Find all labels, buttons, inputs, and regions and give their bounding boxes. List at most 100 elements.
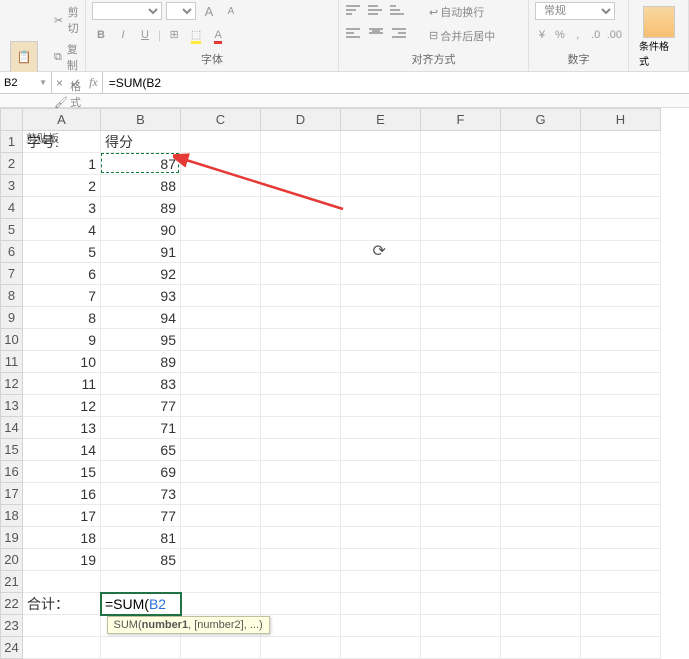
cell-H23[interactable] [581,615,661,637]
cell-C11[interactable] [181,351,261,373]
cell-E12[interactable] [341,373,421,395]
cell-G7[interactable] [501,263,581,285]
cell-F17[interactable] [421,483,501,505]
cell-B20[interactable]: 85 [101,549,181,571]
cell-A17[interactable]: 16 [23,483,101,505]
cell-F21[interactable] [421,571,501,593]
cell-B15[interactable]: 65 [101,439,181,461]
cell-D12[interactable] [261,373,341,395]
cell-E10[interactable] [341,329,421,351]
cell-G17[interactable] [501,483,581,505]
cell-B3[interactable]: 88 [101,175,181,197]
decrease-decimal-button[interactable]: .00 [607,26,622,44]
cell-B5[interactable]: 90 [101,219,181,241]
bold-button[interactable]: B [92,26,110,44]
row-header-10[interactable]: 10 [1,329,23,351]
cell-A21[interactable] [23,571,101,593]
column-header-H[interactable]: H [581,109,661,131]
cell-C17[interactable] [181,483,261,505]
cell-D20[interactable] [261,549,341,571]
cell-E19[interactable] [341,527,421,549]
decrease-font-button[interactable]: A [222,2,240,20]
cell-E1[interactable] [341,131,421,153]
row-header-8[interactable]: 8 [1,285,23,307]
align-top-button[interactable] [345,3,363,21]
cell-D17[interactable] [261,483,341,505]
row-header-18[interactable]: 18 [1,505,23,527]
cell-F4[interactable] [421,197,501,219]
cell-B1[interactable]: 得分 [101,131,181,153]
cell-E16[interactable] [341,461,421,483]
cell-G2[interactable] [501,153,581,175]
cell-G16[interactable] [501,461,581,483]
cell-F1[interactable] [421,131,501,153]
cell-G14[interactable] [501,417,581,439]
cell-H12[interactable] [581,373,661,395]
cell-D21[interactable] [261,571,341,593]
cell-G15[interactable] [501,439,581,461]
row-header-13[interactable]: 13 [1,395,23,417]
cell-F2[interactable] [421,153,501,175]
cell-D3[interactable] [261,175,341,197]
cell-G24[interactable] [501,637,581,659]
cell-H10[interactable] [581,329,661,351]
cell-G21[interactable] [501,571,581,593]
cell-H13[interactable] [581,395,661,417]
cell-A8[interactable]: 7 [23,285,101,307]
cell-D6[interactable] [261,241,341,263]
row-header-9[interactable]: 9 [1,307,23,329]
cell-G8[interactable] [501,285,581,307]
cell-A9[interactable]: 8 [23,307,101,329]
align-left-button[interactable] [345,27,363,45]
cell-D24[interactable] [261,637,341,659]
percent-button[interactable]: % [553,26,567,44]
formula-enter-button[interactable]: ✓ [71,76,81,90]
cell-F5[interactable] [421,219,501,241]
cell-E24[interactable] [341,637,421,659]
cell-H14[interactable] [581,417,661,439]
cell-G23[interactable] [501,615,581,637]
cell-A15[interactable]: 14 [23,439,101,461]
cell-C20[interactable] [181,549,261,571]
align-bottom-button[interactable] [389,3,407,21]
cell-B7[interactable]: 92 [101,263,181,285]
cell-D18[interactable] [261,505,341,527]
insert-function-button[interactable]: fx [89,75,98,90]
column-header-E[interactable]: E [341,109,421,131]
cell-F6[interactable] [421,241,501,263]
cell-E17[interactable] [341,483,421,505]
spreadsheet-grid[interactable]: ABCDEFGH 1学号:得分2187328843895490659176928… [0,108,661,659]
column-header-A[interactable]: A [23,109,101,131]
cell-F9[interactable] [421,307,501,329]
cell-A13[interactable]: 12 [23,395,101,417]
number-format-select[interactable]: 常规 [535,2,615,20]
cell-F7[interactable] [421,263,501,285]
cell-E5[interactable] [341,219,421,241]
column-header-F[interactable]: F [421,109,501,131]
column-header-D[interactable]: D [261,109,341,131]
row-header-4[interactable]: 4 [1,197,23,219]
cell-A10[interactable]: 9 [23,329,101,351]
cell-A20[interactable]: 19 [23,549,101,571]
cell-C13[interactable] [181,395,261,417]
cell-D9[interactable] [261,307,341,329]
cell-H6[interactable] [581,241,661,263]
formula-cancel-button[interactable]: × [56,76,63,90]
cell-F16[interactable] [421,461,501,483]
cell-D13[interactable] [261,395,341,417]
row-header-21[interactable]: 21 [1,571,23,593]
cell-H17[interactable] [581,483,661,505]
cell-C15[interactable] [181,439,261,461]
cell-B21[interactable] [101,571,181,593]
increase-decimal-button[interactable]: .0 [589,26,603,44]
cell-C2[interactable] [181,153,261,175]
row-header-1[interactable]: 1 [1,131,23,153]
cell-H5[interactable] [581,219,661,241]
cell-A16[interactable]: 15 [23,461,101,483]
cell-F13[interactable] [421,395,501,417]
cell-G10[interactable] [501,329,581,351]
cell-D10[interactable] [261,329,341,351]
cell-D11[interactable] [261,351,341,373]
row-header-20[interactable]: 20 [1,549,23,571]
cell-H1[interactable] [581,131,661,153]
